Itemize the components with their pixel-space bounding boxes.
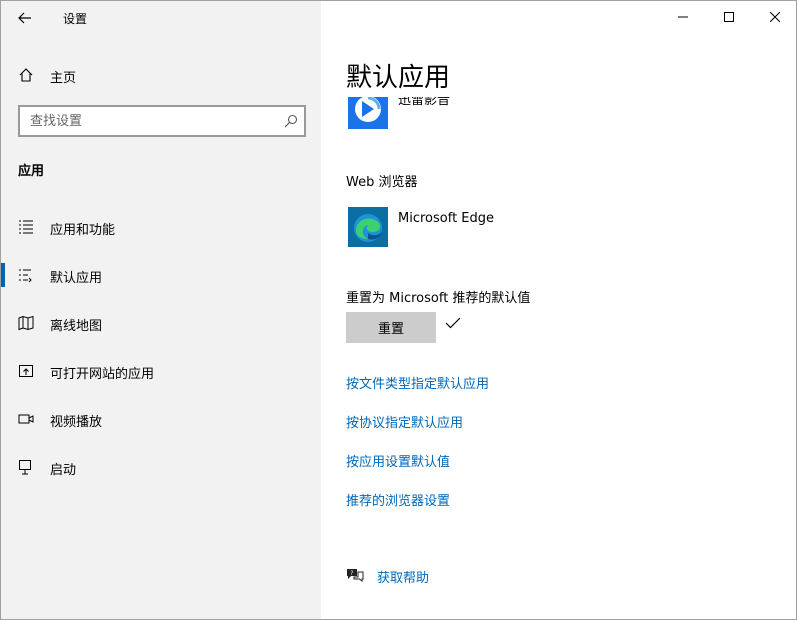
- sidebar-item-home[interactable]: 主页: [1, 59, 321, 91]
- back-button[interactable]: [9, 3, 41, 33]
- web-browser-app-name: Microsoft Edge: [398, 211, 495, 226]
- close-icon: [770, 12, 780, 22]
- section-title: 应用: [18, 164, 45, 179]
- minimize-icon: [678, 16, 688, 18]
- sidebar-item-startup[interactable]: 启动: [1, 443, 321, 491]
- link-browser-settings[interactable]: 推荐的浏览器设置: [346, 490, 450, 509]
- startup-icon: [19, 460, 31, 475]
- search-input[interactable]: [20, 107, 270, 135]
- sidebar-item-label: 离线地图: [50, 319, 103, 334]
- video-player-app[interactable]: 迅雷影音: [346, 97, 646, 131]
- link-by-file-type[interactable]: 按文件类型指定默认应用: [346, 373, 489, 392]
- sidebar-item-label: 应用和功能: [50, 223, 116, 238]
- back-arrow-icon: [18, 12, 31, 24]
- sidebar-nav: 应用和功能 默认应用 离线地图 可打开网站的应用 视频播放 启动: [1, 203, 321, 491]
- sidebar-item-default-apps[interactable]: 默认应用: [1, 251, 321, 299]
- maximize-button[interactable]: [706, 1, 752, 33]
- sidebar-item-label: 默认应用: [50, 271, 103, 286]
- get-help-label: 获取帮助: [377, 571, 430, 586]
- xunlei-player-icon: [348, 97, 388, 129]
- search-icon[interactable]: [284, 114, 298, 128]
- svg-text:?: ?: [350, 570, 353, 577]
- sidebar: 设置 主页 应用 应用和功能 默认应用 离线地图: [1, 1, 321, 619]
- caption-buttons: [660, 1, 796, 33]
- page-title: 默认应用: [346, 63, 451, 93]
- home-label: 主页: [50, 71, 77, 86]
- video-player-clip: 迅雷影音: [321, 97, 796, 147]
- sidebar-item-apps-features[interactable]: 应用和功能: [1, 203, 321, 251]
- window-title: 设置: [63, 12, 88, 26]
- help-chat-icon: ?: [347, 569, 364, 583]
- edge-icon: [348, 207, 388, 247]
- close-button[interactable]: [752, 1, 796, 33]
- sidebar-item-label: 启动: [50, 463, 77, 478]
- maximize-icon: [724, 12, 734, 22]
- map-icon: [18, 315, 34, 331]
- web-browser-app[interactable]: Microsoft Edge: [346, 207, 646, 249]
- sidebar-item-label: 可打开网站的应用: [50, 367, 155, 382]
- search-box[interactable]: [18, 105, 306, 137]
- minimize-button[interactable]: [660, 1, 706, 33]
- video-icon: [18, 414, 34, 424]
- video-player-app-name: 迅雷影音: [398, 97, 451, 108]
- sidebar-item-apps-for-websites[interactable]: 可打开网站的应用: [1, 347, 321, 395]
- checkmark-icon: [445, 317, 461, 329]
- web-browser-label: Web 浏览器: [346, 175, 418, 190]
- default-apps-icon: [19, 269, 32, 283]
- open-site-icon: [19, 365, 33, 377]
- sidebar-item-label: 视频播放: [50, 415, 103, 430]
- link-by-app[interactable]: 按应用设置默认值: [346, 451, 450, 470]
- sidebar-item-offline-maps[interactable]: 离线地图: [1, 299, 321, 347]
- content-pane: 默认应用 迅雷影音 Web 浏览器 Microsoft Edge 重置为 Mic…: [321, 1, 796, 619]
- selection-indicator: [1, 263, 5, 287]
- home-icon: [19, 68, 33, 82]
- link-by-protocol[interactable]: 按协议指定默认应用: [346, 412, 463, 431]
- list-icon: [19, 220, 33, 234]
- reset-button[interactable]: 重置: [346, 312, 436, 343]
- reset-label: 重置为 Microsoft 推荐的默认值: [346, 291, 531, 306]
- settings-window: 设置 主页 应用 应用和功能 默认应用 离线地图: [0, 0, 797, 620]
- sidebar-item-video-playback[interactable]: 视频播放: [1, 395, 321, 443]
